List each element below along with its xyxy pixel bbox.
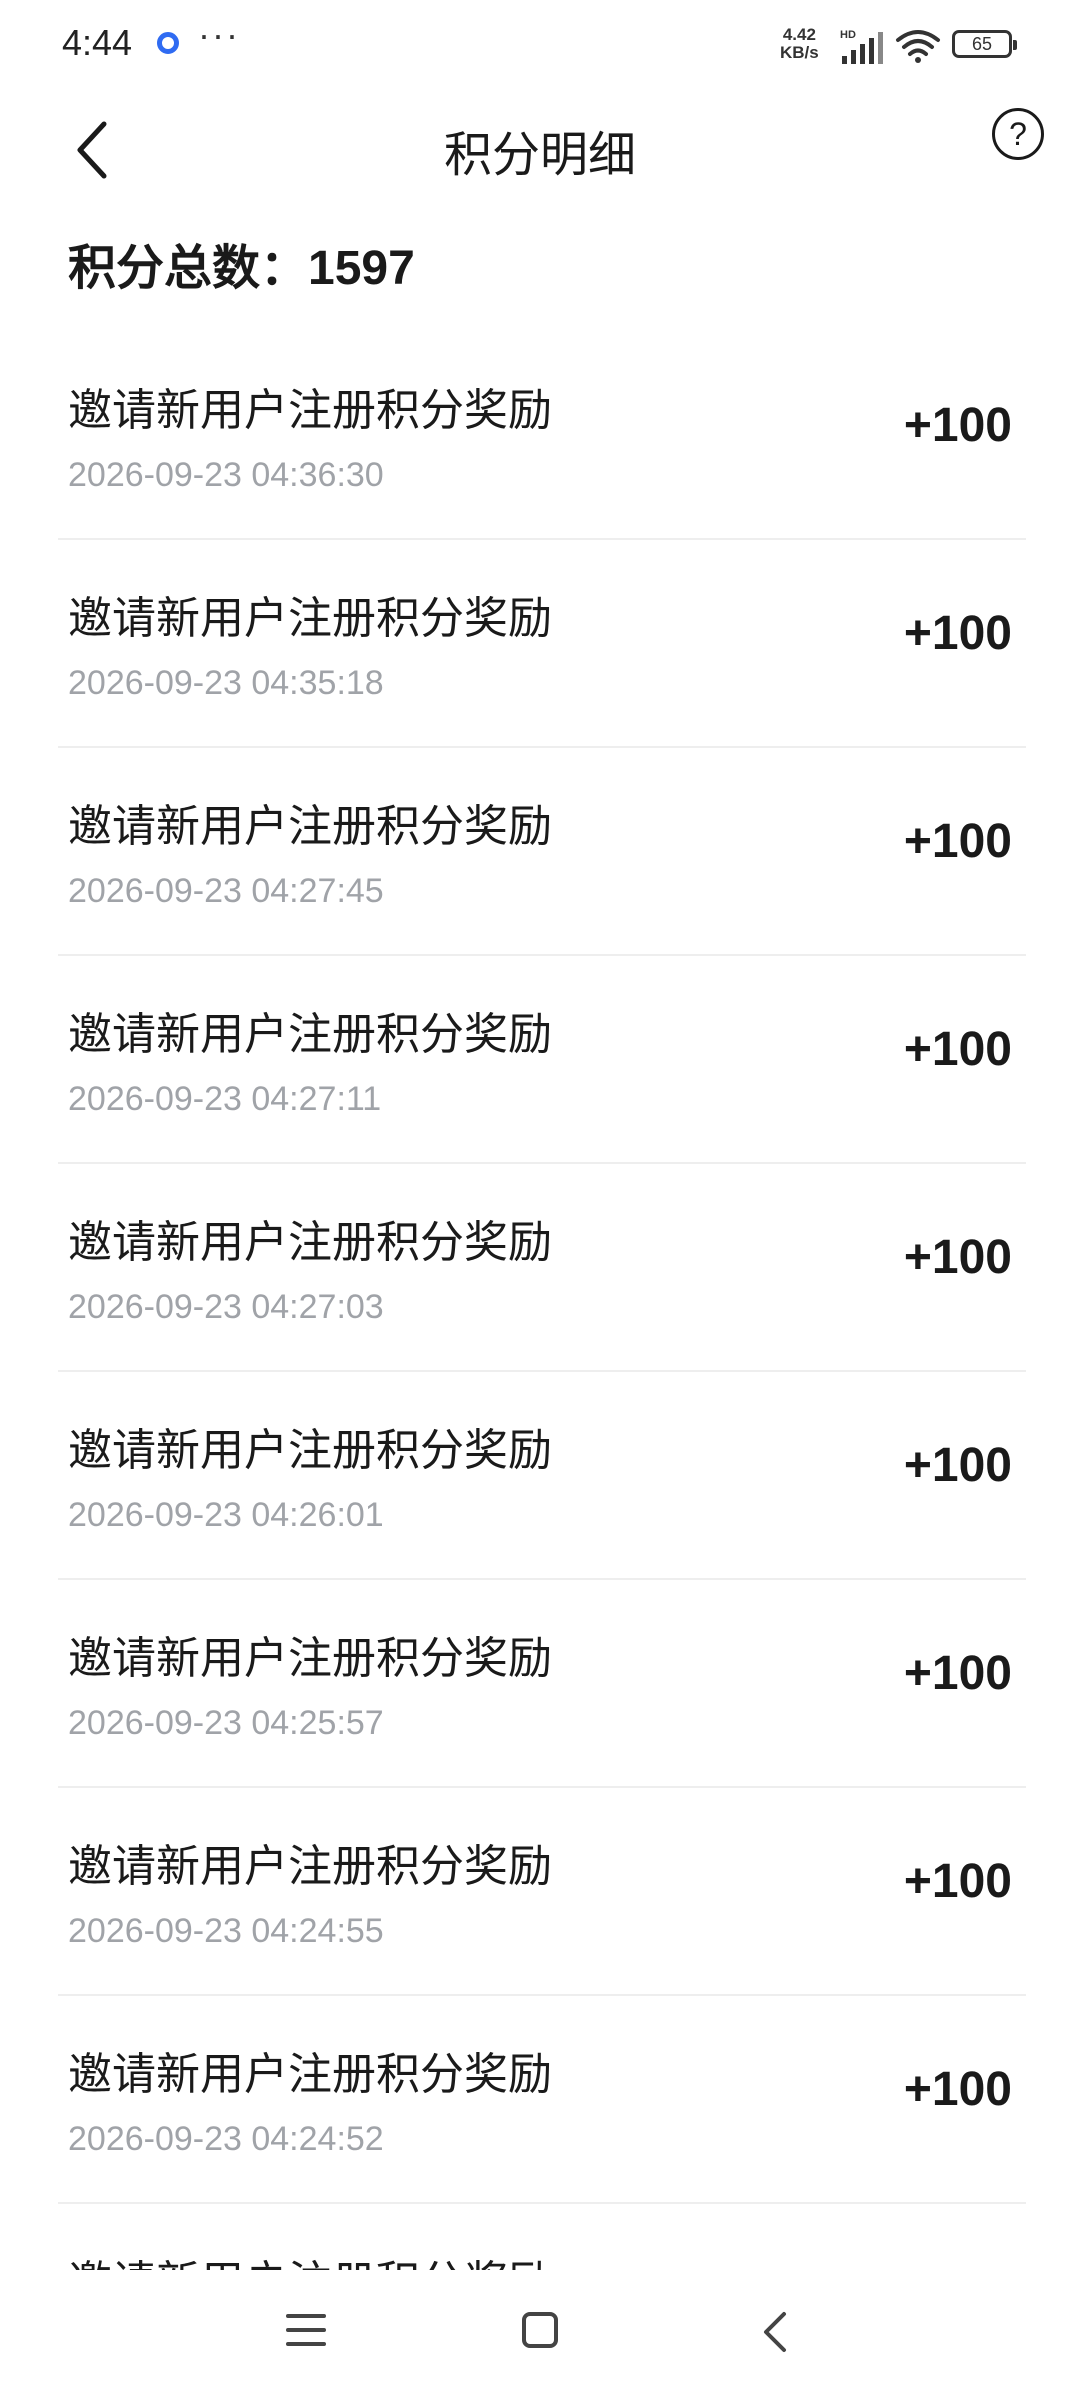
record-points: +100: [903, 815, 1012, 868]
signal-icon: HD: [840, 29, 883, 64]
record-points: +100: [903, 1855, 1012, 1908]
more-notifications-icon: ···: [198, 14, 240, 55]
record-points: +100: [903, 1023, 1012, 1076]
list-item: 邀请新用户注册积分奖励 2026-09-23 04:35:18 +100: [58, 540, 1026, 748]
network-speed-value: 4.42: [782, 25, 816, 44]
header: 积分明细 ?: [0, 90, 1080, 210]
network-speed-unit: KB/s: [780, 43, 819, 62]
list-item: 邀请新用户注册积分奖励 2026-09-23 04:27:11 +100: [58, 956, 1026, 1164]
status-time: 4:44: [62, 22, 133, 63]
back-triangle-icon[interactable]: [760, 2310, 790, 2354]
record-time: 2026-09-23 04:25:57: [68, 1704, 384, 1742]
record-title: 邀请新用户注册积分奖励: [68, 1009, 552, 1060]
list-item: 邀请新用户注册积分奖励 2026-09-23 04:36:30 +100: [58, 332, 1026, 540]
record-time: 2026-09-23 04:35:18: [68, 664, 384, 702]
record-points: +100: [903, 607, 1012, 660]
list-item: 邀请新用户注册积分奖励 2026-09-23 04:27:45 +100: [58, 748, 1026, 956]
list-item: 邀请新用户注册积分奖励 2026-09-23 04:25:57 +100: [58, 1580, 1026, 1788]
list-item: 邀请新用户注册积分奖励: [58, 2204, 1026, 2270]
points-record-list[interactable]: 邀请新用户注册积分奖励 2026-09-23 04:36:30 +100 邀请新…: [58, 332, 1026, 2270]
record-points: +100: [903, 399, 1012, 452]
record-points: +100: [903, 1647, 1012, 1700]
record-time: 2026-09-23 04:27:11: [68, 1080, 382, 1118]
record-title: 邀请新用户注册积分奖励: [68, 1217, 552, 1268]
record-time: 2026-09-23 04:27:03: [68, 1288, 384, 1326]
record-time: 2026-09-23 04:24:55: [68, 1912, 384, 1950]
menu-icon[interactable]: [286, 2314, 326, 2350]
record-time: 2026-09-23 04:27:45: [68, 872, 384, 910]
record-title: 邀请新用户注册积分奖励: [68, 2246, 552, 2270]
points-total-value: 1597: [308, 242, 415, 295]
record-points: +100: [903, 1231, 1012, 1284]
home-square-icon[interactable]: [522, 2312, 558, 2348]
record-title: 邀请新用户注册积分奖励: [68, 2049, 552, 2100]
record-points: +100: [903, 1439, 1012, 1492]
list-item: 邀请新用户注册积分奖励 2026-09-23 04:27:03 +100: [58, 1164, 1026, 1372]
system-navigation-bar: [0, 2270, 1080, 2400]
list-item: 邀请新用户注册积分奖励 2026-09-23 04:24:52 +100: [58, 1996, 1026, 2204]
record-time: 2026-09-23 04:24:52: [68, 2120, 384, 2158]
chevron-left-icon: [77, 121, 107, 179]
back-button[interactable]: [60, 110, 130, 190]
signal-hd-tag: HD: [840, 29, 856, 41]
page-title: 积分明细: [443, 127, 636, 183]
list-item: 邀请新用户注册积分奖励 2026-09-23 04:26:01 +100: [58, 1372, 1026, 1580]
record-title: 邀请新用户注册积分奖励: [68, 593, 552, 644]
question-circle-icon[interactable]: ?: [992, 108, 1044, 160]
network-speed: 4.42 KB/s: [780, 26, 819, 62]
record-time: 2026-09-23 04:26:01: [68, 1496, 384, 1534]
points-total: 积分总数：1597: [68, 228, 415, 298]
record-title: 邀请新用户注册积分奖励: [68, 1633, 552, 1684]
record-time: 2026-09-23 04:36:30: [68, 456, 384, 494]
battery-icon: 65: [952, 30, 1017, 58]
points-total-label: 积分总数：: [68, 240, 309, 296]
record-title: 邀请新用户注册积分奖励: [68, 385, 552, 436]
list-item: 邀请新用户注册积分奖励 2026-09-23 04:24:55 +100: [58, 1788, 1026, 1996]
wifi-icon: [896, 30, 940, 63]
record-title: 邀请新用户注册积分奖励: [68, 801, 552, 852]
status-bar: 4:44 ··· 4.42 KB/s HD 65: [0, 0, 1080, 90]
record-title: 邀请新用户注册积分奖励: [68, 1425, 552, 1476]
record-points: +100: [903, 2063, 1012, 2116]
app-notification-icon: [157, 32, 179, 54]
record-title: 邀请新用户注册积分奖励: [68, 1841, 552, 1892]
